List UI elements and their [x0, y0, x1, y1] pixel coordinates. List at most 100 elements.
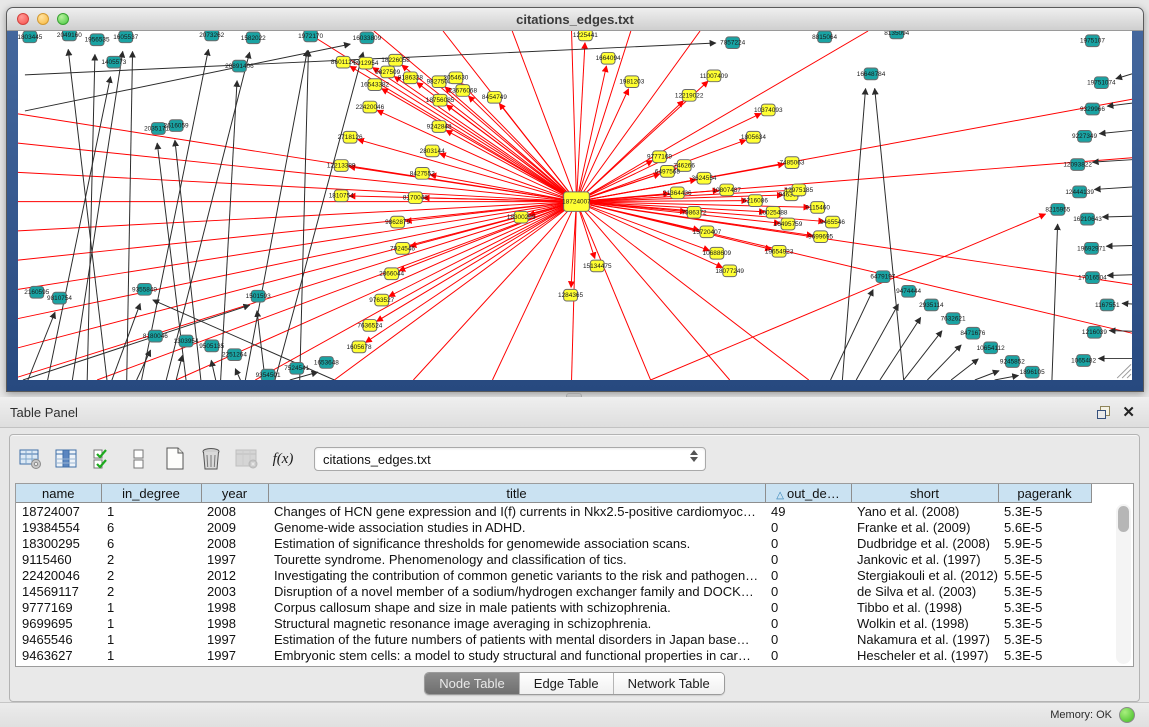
- graph-node-label: 3624554: [691, 175, 716, 182]
- table-row[interactable]: 1872400712008Changes of HCN gene express…: [16, 503, 1091, 520]
- graph-node-label: 6216086: [743, 198, 768, 205]
- cell-in_degree: 1: [101, 647, 201, 663]
- new-column-icon[interactable]: [162, 446, 188, 472]
- graph-node-label: 8135094: [884, 31, 909, 37]
- graph-node-label: 7636524: [357, 322, 382, 329]
- graph-node-label: 7485063: [779, 160, 804, 167]
- clear-selection-icon[interactable]: [126, 446, 152, 472]
- show-columns-icon[interactable]: [54, 446, 80, 472]
- graph-node-label: 16543382: [361, 82, 390, 89]
- graph-node-label: 9242848: [427, 124, 452, 131]
- edge: [576, 191, 718, 202]
- table-row[interactable]: 1938455462009Genome-wide association stu…: [16, 519, 1091, 535]
- select-all-icon[interactable]: [90, 446, 116, 472]
- table-panel-header: Table Panel ✕: [0, 397, 1149, 428]
- table-scrollbar[interactable]: [1116, 504, 1131, 664]
- cell-short: Yano et al. (2008): [851, 503, 998, 520]
- graph-node-label: 1805634: [741, 134, 766, 141]
- graph-node-label: 9827509: [375, 69, 400, 76]
- graph-node-label: 17016504: [1078, 275, 1107, 282]
- edge: [995, 375, 1019, 380]
- cell-in_degree: 1: [101, 503, 201, 520]
- cell-name: 18724007: [16, 503, 101, 520]
- column-header-short[interactable]: short: [851, 484, 998, 503]
- minimize-button[interactable]: [37, 13, 49, 25]
- graph-node-label: 1972170: [298, 33, 323, 40]
- graph-node-label: 8601124: [331, 59, 356, 66]
- cell-out_degree: 0: [765, 519, 851, 535]
- table-scrollbar-thumb[interactable]: [1118, 506, 1129, 532]
- column-header-in_degree[interactable]: in_degree: [101, 484, 201, 503]
- table-selector-value: citations_edges.txt: [315, 452, 431, 467]
- graph-node-label: 1810754: [329, 193, 354, 200]
- function-builder-icon[interactable]: f(x): [270, 446, 296, 472]
- graph-node-label: 1303954: [174, 338, 199, 345]
- cell-short: Tibbo et al. (1998): [851, 599, 998, 615]
- table-row[interactable]: 969969511998Structural magnetic resonanc…: [16, 615, 1091, 631]
- column-header-name[interactable]: name: [16, 484, 101, 503]
- network-canvas[interactable]: 1803445204916019565351605537207326215820…: [18, 31, 1132, 380]
- edge: [1109, 331, 1132, 332]
- graph-node-label: 19654923: [765, 248, 794, 255]
- close-panel-icon[interactable]: ✕: [1122, 406, 1135, 419]
- resize-grip-icon[interactable]: [1127, 374, 1131, 378]
- column-header-out_degree[interactable]: △out_de…: [765, 484, 851, 503]
- cell-year: 1998: [201, 615, 268, 631]
- tab-edge-table[interactable]: Edge Table: [520, 673, 614, 694]
- table-row[interactable]: 1456911722003Disruption of a novel membe…: [16, 583, 1091, 599]
- graph-node-label: 16648784: [857, 71, 886, 78]
- graph-node-label: 1605537: [113, 34, 138, 41]
- edge: [1106, 245, 1132, 246]
- graph-node-label: 12444139: [1065, 189, 1094, 196]
- edge: [72, 51, 122, 380]
- cell-out_degree: 49: [765, 503, 851, 520]
- edge: [18, 202, 576, 231]
- cell-pagerank: 5.3E-5: [998, 631, 1091, 647]
- delete-column-icon[interactable]: [198, 446, 224, 472]
- table-mode-icon[interactable]: [18, 446, 44, 472]
- edge: [221, 81, 237, 380]
- cell-title: Estimation of significance thresholds fo…: [268, 535, 765, 551]
- table-row[interactable]: 911546021997Tourette syndrome. Phenomeno…: [16, 551, 1091, 567]
- graph-node-label: 10374093: [754, 107, 783, 114]
- column-header-year[interactable]: year: [201, 484, 268, 503]
- edge: [1107, 275, 1132, 276]
- graph-node-label: 16033809: [353, 35, 382, 42]
- edge: [25, 44, 350, 111]
- graph-node-label: 6479197: [870, 274, 895, 281]
- cell-pagerank: 5.3E-5: [998, 583, 1091, 599]
- graph-node-label: 23676068: [449, 87, 478, 94]
- cell-short: Jankovic et al. (1997): [851, 551, 998, 567]
- cell-title: Structural magnetic resonance image aver…: [268, 615, 765, 631]
- edge: [235, 369, 240, 380]
- cell-name: 9777169: [16, 599, 101, 615]
- column-header-title[interactable]: title: [268, 484, 765, 503]
- network-window-titlebar[interactable]: citations_edges.txt: [7, 8, 1143, 31]
- table-row[interactable]: 946554611997Estimation of the future num…: [16, 631, 1091, 647]
- zoom-button[interactable]: [57, 13, 69, 25]
- column-header-pagerank[interactable]: pagerank: [998, 484, 1091, 503]
- tab-network-table[interactable]: Network Table: [614, 673, 724, 694]
- cell-pagerank: 5.3E-5: [998, 615, 1091, 631]
- graph-node-label: 8815064: [812, 34, 837, 41]
- edge: [576, 89, 628, 202]
- edge: [1102, 216, 1132, 217]
- edge: [166, 52, 249, 380]
- table-row[interactable]: 977716911998Corpus callosum shape and si…: [16, 599, 1091, 615]
- cell-title: Disruption of a novel member of a sodium…: [268, 583, 765, 599]
- cell-year: 2003: [201, 583, 268, 599]
- graph-node-label: 9763527: [369, 297, 394, 304]
- float-panel-icon[interactable]: [1097, 406, 1110, 419]
- table-row[interactable]: 2242004622012Investigating the contribut…: [16, 567, 1091, 583]
- tab-node-table[interactable]: Node Table: [425, 673, 520, 694]
- resize-grip-icon[interactable]: [1122, 369, 1131, 378]
- table-row[interactable]: 946362711997Embryonic stem cells: a mode…: [16, 647, 1091, 663]
- graph-node-label: 7632621: [941, 316, 966, 323]
- cell-name: 9699695: [16, 615, 101, 631]
- graph-node-label: 22420046: [356, 104, 385, 111]
- close-button[interactable]: [17, 13, 29, 25]
- table-selector[interactable]: citations_edges.txt: [314, 447, 706, 471]
- table-row[interactable]: 1830029562008Estimation of significance …: [16, 535, 1091, 551]
- graph-node-label: 16495759: [774, 221, 803, 228]
- graph-node-label: 1653648: [314, 359, 339, 366]
